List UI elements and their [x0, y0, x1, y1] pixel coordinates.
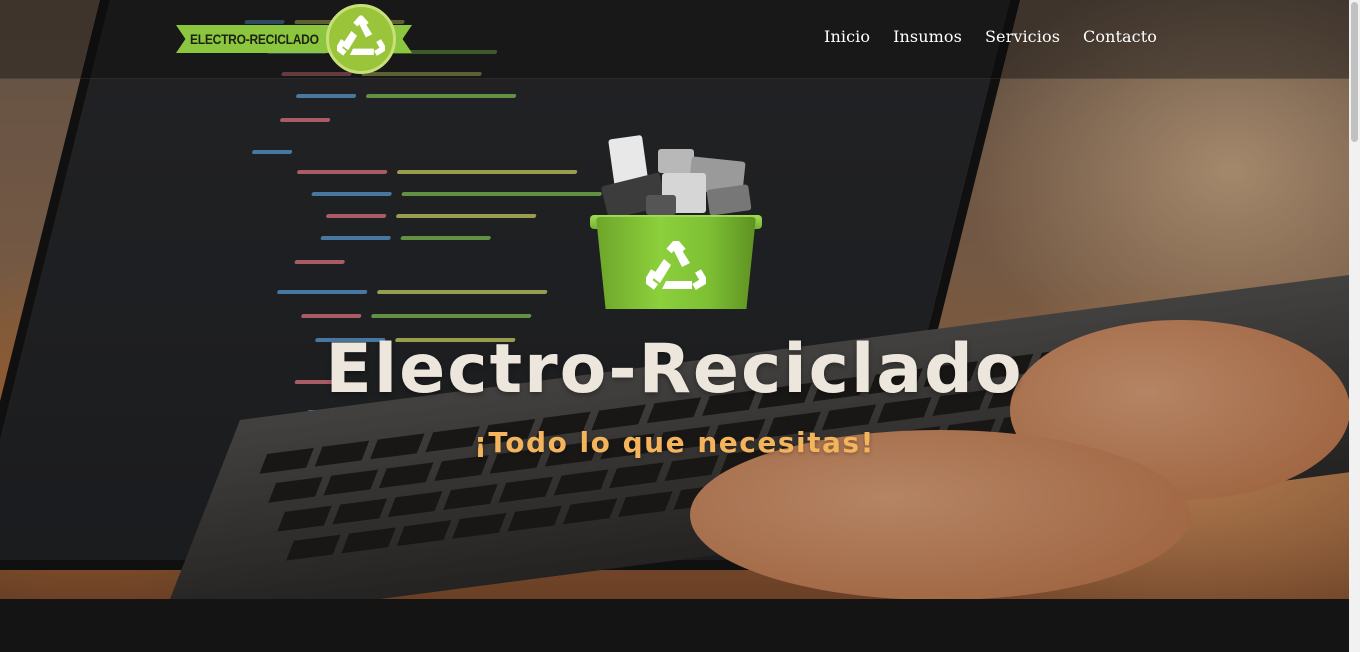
nav-link-inicio[interactable]: Inicio [824, 27, 870, 46]
hero-title: Electro-Reciclado [325, 330, 1024, 409]
hero-section: Electro-Reciclado ¡Todo lo que necesitas… [0, 0, 1349, 599]
recycle-bin-with-electronics-icon [590, 134, 762, 311]
recycle-icon [337, 15, 385, 56]
next-section [0, 599, 1349, 652]
nav-link-contacto[interactable]: Contacto [1083, 27, 1157, 46]
recycle-symbol-icon [646, 241, 706, 291]
hero-subtitle: ¡Todo lo que necesitas! [474, 426, 875, 459]
scrollbar-thumb[interactable] [1351, 2, 1358, 142]
nav-link-insumos[interactable]: Insumos [893, 27, 962, 46]
site-logo[interactable]: ELECTRO-RECICLADO [176, 2, 416, 76]
top-navbar: ELECTRO-RECICLADO Inicio Insumos Servici… [0, 0, 1349, 79]
logo-text: ELECTRO-RECICLADO [190, 31, 319, 47]
page-scrollbar[interactable] [1349, 0, 1360, 652]
logo-recycle-icon [326, 4, 396, 74]
nav-links: Inicio Insumos Servicios Contacto [824, 27, 1157, 46]
nav-link-servicios[interactable]: Servicios [985, 27, 1060, 46]
